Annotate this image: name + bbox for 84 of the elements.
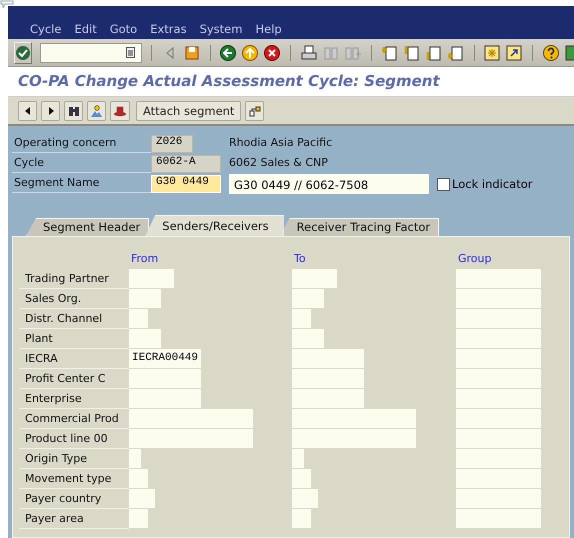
group-field[interactable] — [456, 429, 541, 448]
to-field[interactable] — [292, 489, 318, 508]
new-window-icon[interactable] — [483, 44, 502, 62]
group-field[interactable] — [456, 509, 541, 528]
from-field[interactable] — [129, 309, 148, 328]
description-field[interactable]: G30 0449 // 6062-7508 — [229, 174, 429, 194]
back-icon[interactable] — [219, 44, 238, 62]
description-text: 6062 Sales & CNP — [228, 155, 329, 171]
lock-checkbox[interactable] — [437, 178, 450, 190]
from-field[interactable] — [129, 469, 148, 488]
to-field[interactable] — [292, 469, 311, 488]
tab[interactable]: Segment Header — [26, 218, 150, 236]
cancel-icon[interactable] — [263, 44, 282, 62]
group-field[interactable] — [456, 289, 541, 308]
group-field[interactable] — [456, 309, 541, 328]
from-field[interactable] — [129, 369, 201, 388]
enter-button[interactable] — [14, 42, 32, 64]
hierarchy-button[interactable] — [245, 100, 264, 120]
save-icon[interactable] — [182, 44, 201, 62]
to-field[interactable] — [292, 509, 311, 528]
segment-name-field[interactable]: G30 0449 — [151, 175, 221, 193]
hat-button[interactable] — [110, 100, 130, 120]
up-icon[interactable] — [241, 44, 260, 62]
to-field[interactable] — [292, 269, 337, 288]
from-field[interactable] — [129, 449, 141, 468]
display-field: 6062-A — [151, 154, 221, 172]
group-field[interactable] — [456, 389, 541, 408]
help-icon[interactable] — [542, 44, 560, 62]
from-field[interactable] — [129, 409, 253, 428]
from-field[interactable] — [129, 289, 161, 308]
group-field[interactable] — [456, 469, 541, 488]
next-button[interactable] — [41, 100, 60, 120]
to-field[interactable] — [292, 329, 324, 348]
menu-item[interactable]: Help — [255, 22, 282, 36]
to-field[interactable] — [292, 389, 364, 408]
window-menu-icon[interactable] — [0, 0, 14, 10]
hierarchy-icon — [248, 104, 261, 116]
group-field[interactable] — [456, 329, 541, 348]
to-field[interactable] — [292, 289, 324, 308]
group-field[interactable] — [456, 449, 541, 468]
menu-item[interactable]: Extras — [150, 22, 187, 36]
hat-icon — [113, 104, 127, 116]
person-icon — [90, 104, 103, 116]
next-page-icon[interactable] — [424, 44, 443, 62]
from-field[interactable] — [129, 429, 253, 448]
from-field[interactable] — [129, 269, 174, 288]
previous-page-icon[interactable] — [402, 44, 421, 62]
group-field[interactable] — [456, 489, 541, 508]
column-header: Group — [457, 251, 492, 267]
to-field[interactable] — [292, 449, 304, 468]
screen-title: CO-PA Change Actual Assessment Cycle: Segment — [18, 72, 440, 90]
column-header: To — [293, 251, 307, 267]
to-field[interactable] — [292, 409, 416, 428]
from-field[interactable] — [129, 489, 155, 508]
menu-item[interactable]: Edit — [74, 22, 97, 36]
group-field[interactable] — [456, 409, 541, 428]
shortcut-icon[interactable] — [505, 44, 524, 62]
to-field[interactable] — [292, 429, 416, 448]
from-field[interactable] — [129, 329, 161, 348]
checkmark-icon — [15, 44, 31, 60]
group-field[interactable] — [456, 349, 541, 368]
display-field: Z026 — [151, 134, 193, 152]
dropdown-icon — [126, 47, 136, 58]
attach-segment-button[interactable]: Attach segment — [136, 100, 242, 120]
tab[interactable]: Senders/Receivers — [145, 215, 284, 236]
group-field[interactable] — [456, 269, 541, 288]
menu-item[interactable]: System — [200, 22, 242, 36]
previous-button[interactable] — [18, 100, 37, 120]
from-field[interactable] — [129, 509, 148, 528]
menu-item[interactable]: Cycle — [30, 22, 62, 36]
menu-item[interactable]: Goto — [110, 22, 138, 36]
first-page-icon[interactable] — [380, 44, 399, 62]
to-field[interactable] — [292, 369, 364, 388]
print-icon[interactable] — [300, 44, 318, 62]
command-field[interactable] — [40, 42, 142, 62]
to-field[interactable] — [292, 309, 311, 328]
from-field[interactable] — [129, 389, 201, 408]
group-field[interactable] — [456, 369, 541, 388]
to-field[interactable] — [292, 349, 364, 368]
from-field[interactable]: IECRA00449 — [129, 349, 201, 368]
checkbox-label: Lock indicator — [452, 177, 532, 191]
description-text: Rhodia Asia Pacific — [228, 135, 334, 151]
last-page-icon[interactable] — [446, 44, 465, 62]
column-header: From — [130, 251, 160, 267]
